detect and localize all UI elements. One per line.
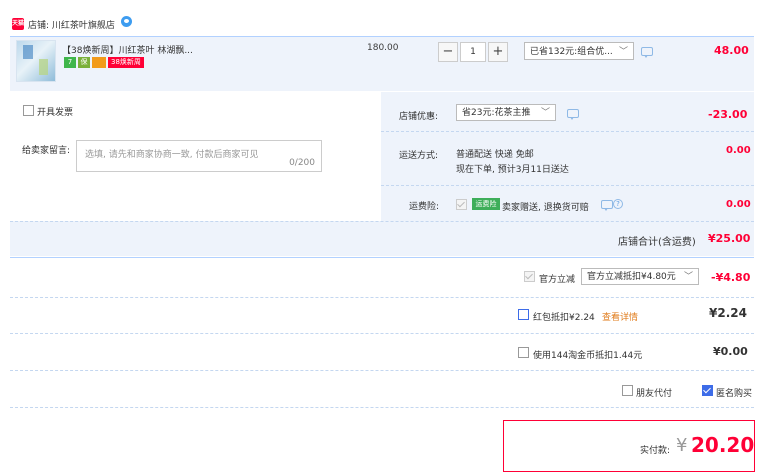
anonymous-label: 匿名购买 (716, 389, 753, 399)
insurance-checkbox[interactable] (456, 199, 467, 210)
qty-minus-button[interactable]: − (438, 42, 458, 62)
payment-summary-box: 实付款: ¥ 20.20 (503, 420, 755, 472)
pay-amount: 20.20 (691, 433, 755, 457)
direct-discount-select-value: 官方立减抵扣¥4.80元 (587, 272, 676, 282)
anonymous-checkbox[interactable] (702, 385, 713, 396)
shop-discount-value: -23.00 (708, 108, 748, 121)
shop-discount-select[interactable]: 省23元:花茶主推 ﹀ (456, 104, 556, 121)
shipping-eta: 现在下单, 预计3月11日送达 (456, 165, 569, 175)
unit-price: 180.00 (367, 43, 399, 53)
qty-plus-button[interactable]: + (488, 42, 508, 62)
insurance-label: 运费险: (409, 202, 440, 212)
shipping-value: 0.00 (726, 145, 751, 156)
divider (10, 257, 754, 258)
coins-label: 使用144淘金币抵扣1.44元 (533, 351, 643, 361)
credit-card-icon (92, 57, 106, 68)
item-subtotal: 48.00 (714, 44, 749, 57)
divider (381, 185, 754, 186)
redpacket-checkbox[interactable] (518, 309, 529, 320)
insurance-tag: 运费险 (472, 198, 500, 210)
shop-total-value: ¥25.00 (708, 232, 751, 245)
shipping-method: 普通配送 快递 免邮 (456, 150, 534, 160)
comment-icon[interactable] (601, 200, 613, 211)
divider (10, 297, 754, 298)
item-promo-select[interactable]: 已省132元:组合优... ﹀ (524, 42, 634, 60)
chevron-down-icon: ﹀ (540, 108, 550, 118)
divider (381, 131, 754, 132)
promo-badge: 38焕新周 (108, 57, 144, 68)
insurance-value: 0.00 (726, 199, 751, 210)
coins-value: ¥0.00 (713, 345, 748, 358)
product-title[interactable]: 【38焕新周】川红茶叶 林湖飘... (62, 43, 193, 56)
shop-discount-select-value: 省23元:花茶主推 (462, 108, 531, 118)
wangwang-chat-icon[interactable] (121, 16, 132, 27)
message-count: 0/200 (289, 158, 315, 168)
divider (10, 370, 754, 371)
redpacket-value: ¥2.24 (709, 306, 747, 320)
seven-day-return-icon: 7 (64, 57, 76, 68)
message-textarea[interactable]: 选填, 请先和商家协商一致, 付款后商家可见 0/200 (76, 140, 322, 172)
comment-icon[interactable] (567, 109, 579, 120)
invoice-label: 开具发票 (37, 108, 74, 118)
message-placeholder: 选填, 请先和商家协商一致, 付款后商家可见 (85, 150, 259, 160)
redpacket-details-link[interactable]: 查看详情 (602, 310, 638, 323)
comment-icon[interactable] (641, 47, 653, 58)
direct-discount-value: -¥4.80 (711, 271, 751, 284)
product-badges: 7 保 38焕新周 (64, 57, 146, 68)
shop-name[interactable]: 店铺: 川红茶叶旗舰店 (28, 18, 115, 31)
product-thumbnail[interactable] (16, 40, 56, 82)
coins-checkbox[interactable] (518, 347, 529, 358)
item-promo-select-value: 已省132元:组合优... (530, 47, 613, 57)
friend-pay-checkbox[interactable] (622, 385, 633, 396)
redpacket-label: 红包抵扣¥2.24 (533, 313, 595, 323)
chevron-down-icon: ﹀ (683, 272, 693, 282)
shipping-label: 运送方式: (399, 151, 439, 161)
divider (10, 407, 754, 408)
friend-pay-label: 朋友代付 (636, 389, 673, 399)
shop-total-label: 店铺合计(含运费) (618, 237, 696, 248)
shop-discount-label: 店铺优惠: (399, 112, 439, 122)
help-icon[interactable]: ? (613, 199, 623, 209)
pay-currency: ¥ (676, 435, 688, 456)
direct-discount-checkbox[interactable] (524, 271, 535, 282)
insurance-text: 卖家赠送, 退换货可赔 (502, 203, 589, 213)
tmall-icon: 天猫 (12, 18, 24, 30)
guarantee-icon: 保 (78, 57, 90, 68)
message-label: 给卖家留言: (22, 146, 71, 156)
pay-label: 实付款: (640, 446, 671, 456)
chevron-down-icon: ﹀ (618, 47, 628, 57)
direct-discount-select[interactable]: 官方立减抵扣¥4.80元 ﹀ (581, 268, 699, 285)
divider (10, 333, 754, 334)
direct-discount-label: 官方立减 (539, 275, 576, 285)
invoice-checkbox[interactable] (23, 105, 34, 116)
qty-input[interactable]: 1 (460, 42, 486, 62)
